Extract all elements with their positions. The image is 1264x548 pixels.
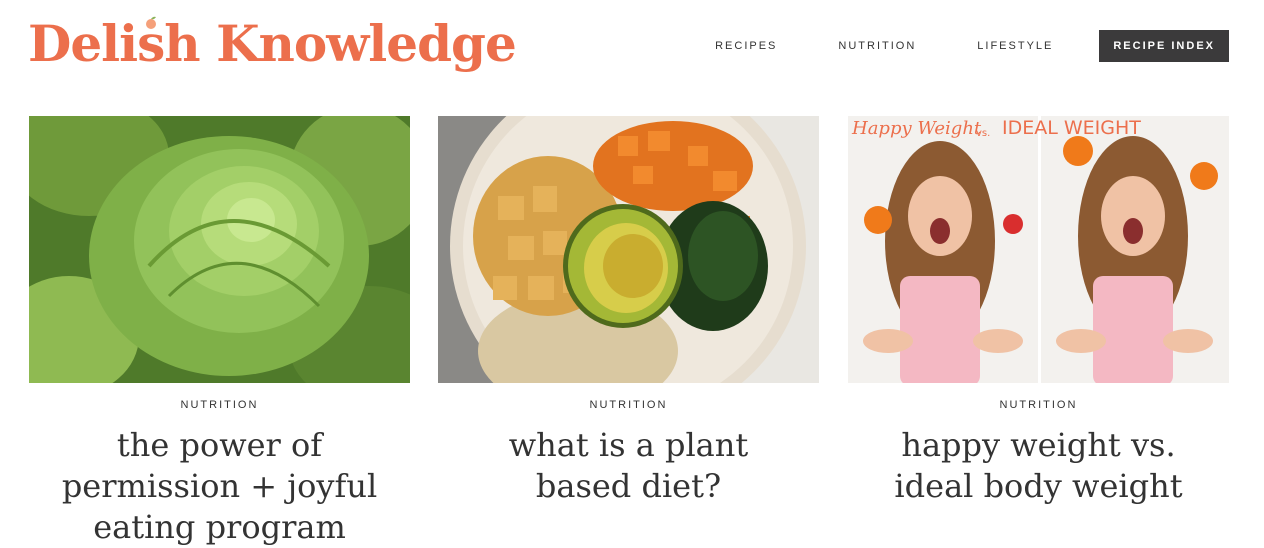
- grain-bowl-photo[interactable]: [438, 116, 819, 383]
- nav-nutrition[interactable]: NUTRITION: [838, 40, 916, 52]
- recipe-index-button[interactable]: RECIPE INDEX: [1099, 30, 1229, 62]
- post-card[interactable]: NUTRITION the power of permission + joyf…: [29, 116, 410, 548]
- nav-recipes[interactable]: RECIPES: [715, 40, 777, 52]
- main-nav: RECIPES NUTRITION LIFESTYLE RECIPE INDEX: [715, 30, 1229, 62]
- site-logo[interactable]: Delish Knowledge: [28, 14, 517, 74]
- logo-text: Delish Knowledge: [28, 14, 517, 73]
- post-title[interactable]: the power of permission + joyful eating …: [29, 425, 410, 548]
- post-title[interactable]: what is a plant based diet?: [438, 425, 819, 507]
- happy-weight-photo[interactable]: Happy Weight vs. IDEAL WEIGHT: [848, 116, 1229, 383]
- post-category[interactable]: NUTRITION: [29, 399, 410, 411]
- post-card[interactable]: NUTRITION what is a plant based diet?: [438, 116, 819, 507]
- image-caption-left: Happy Weight: [851, 118, 982, 139]
- post-category[interactable]: NUTRITION: [848, 399, 1229, 411]
- post-title[interactable]: happy weight vs. ideal body weight: [848, 425, 1229, 507]
- post-category[interactable]: NUTRITION: [438, 399, 819, 411]
- image-caption-vs: vs.: [976, 128, 990, 139]
- peach-icon: [146, 16, 156, 29]
- lettuce-photo[interactable]: [29, 116, 410, 383]
- nav-lifestyle[interactable]: LIFESTYLE: [977, 40, 1053, 52]
- post-card[interactable]: Happy Weight vs. IDEAL WEIGHT NUTRITION …: [848, 116, 1229, 507]
- image-caption-right: IDEAL WEIGHT: [1002, 117, 1141, 139]
